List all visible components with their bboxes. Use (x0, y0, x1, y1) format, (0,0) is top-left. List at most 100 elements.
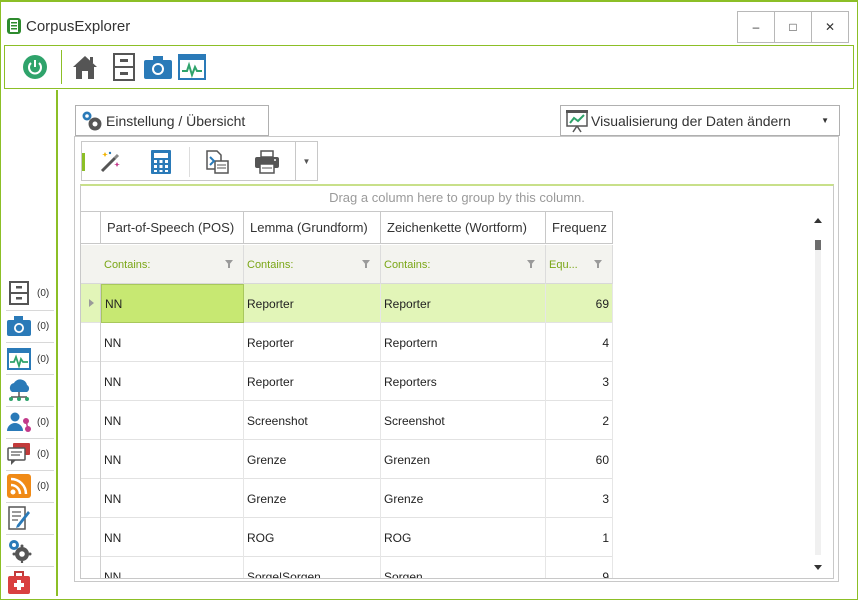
power-icon (23, 55, 47, 79)
cell-pos[interactable]: NN (101, 284, 244, 323)
rss-icon (6, 473, 32, 499)
cell-pos[interactable]: NN (101, 557, 244, 578)
table-row[interactable]: NN ROG ROG 1 (81, 518, 613, 557)
column-header-frequenz[interactable]: Frequenz (546, 211, 613, 244)
magic-wand-icon (100, 151, 120, 173)
table-row[interactable]: NN Reporter Reporters 3 (81, 362, 613, 401)
cell-pos[interactable]: NN (101, 518, 244, 557)
sidebar-item-users[interactable]: (0) (6, 407, 54, 437)
cell-lemma[interactable]: ROG (244, 518, 381, 557)
sidebar-item-help[interactable] (6, 568, 54, 598)
filter-icon[interactable] (527, 260, 535, 268)
sidebar-item-cloud[interactable] (6, 375, 54, 405)
filter-icon[interactable] (594, 260, 602, 268)
sidebar-item-edit[interactable] (6, 503, 54, 533)
scroll-track[interactable] (815, 240, 821, 555)
sidebar-item-count: (0) (37, 448, 50, 460)
table-row[interactable]: NN Reporter Reporter 69 (81, 284, 613, 323)
sidebar-item-rss[interactable]: (0) (6, 471, 54, 501)
toolbar-overflow-button[interactable]: ▼ (295, 142, 317, 180)
filter-icon[interactable] (225, 260, 233, 268)
column-header-pos[interactable]: Part-of-Speech (POS) (101, 211, 244, 244)
home-button[interactable] (69, 51, 101, 83)
ribbon-divider (61, 50, 62, 84)
sidebar-item-settings[interactable] (6, 535, 54, 565)
corpus-cabinet-button[interactable] (108, 51, 140, 83)
settings-overview-button[interactable]: Einstellung / Übersicht (75, 105, 269, 136)
magic-wand-button[interactable] (96, 147, 126, 177)
cell-pos[interactable]: NN (101, 479, 244, 518)
cell-lemma[interactable]: Sorge|Sorgen (244, 557, 381, 578)
table-row[interactable]: NN Reporter Reportern 4 (81, 323, 613, 362)
sidebar-item-chat[interactable]: (0) (6, 439, 54, 469)
sidebar-item-analysis[interactable]: (0) (6, 344, 54, 374)
group-by-panel[interactable]: Drag a column here to group by this colu… (81, 186, 833, 210)
table-row[interactable]: NN Grenze Grenze 3 (81, 479, 613, 518)
cell-frequenz[interactable]: 3 (546, 479, 613, 518)
minimize-button[interactable]: – (737, 11, 775, 43)
filter-cell-lemma[interactable]: Contains: (244, 245, 381, 284)
column-header-lemma[interactable]: Lemma (Grundform) (244, 211, 381, 244)
maximize-button[interactable]: □ (774, 11, 812, 43)
scroll-thumb[interactable] (815, 240, 821, 250)
column-header-wortform[interactable]: Zeichenkette (Wortform) (381, 211, 546, 244)
table-row[interactable]: NN Screenshot Screenshot 2 (81, 401, 613, 440)
filter-cell-pos[interactable]: Contains: (101, 245, 244, 284)
filter-icon[interactable] (362, 260, 370, 268)
table-row[interactable]: NN Sorge|Sorgen Sorgen 9 (81, 557, 613, 578)
camera-icon (144, 56, 172, 79)
calculator-button[interactable] (146, 147, 176, 177)
cell-frequenz[interactable]: 9 (546, 557, 613, 578)
cell-frequenz[interactable]: 3 (546, 362, 613, 401)
table-row[interactable]: NN Grenze Grenzen 60 (81, 440, 613, 479)
cell-wortform[interactable]: Screenshot (381, 401, 546, 440)
print-button[interactable] (252, 147, 282, 177)
close-button[interactable]: ✕ (811, 11, 849, 43)
cell-pos[interactable]: NN (101, 362, 244, 401)
close-icon: ✕ (824, 20, 836, 34)
cabinet-icon (6, 280, 32, 306)
scroll-up-icon[interactable] (814, 218, 822, 223)
change-visualization-dropdown[interactable]: Visualisierung der Daten ändern ▼ (560, 105, 840, 136)
cell-frequenz[interactable]: 69 (546, 284, 613, 323)
cell-pos[interactable]: NN (101, 440, 244, 479)
cell-frequenz[interactable]: 2 (546, 401, 613, 440)
cell-wortform[interactable]: Reporters (381, 362, 546, 401)
power-button[interactable] (19, 51, 51, 83)
maximize-icon: □ (789, 20, 797, 34)
camera-icon (6, 313, 32, 339)
sidebar-item-cabinet[interactable]: (0) (6, 278, 54, 308)
filter-cell-wortform[interactable]: Contains: (381, 245, 546, 284)
vertical-scrollbar[interactable] (812, 218, 824, 570)
cell-lemma[interactable]: Screenshot (244, 401, 381, 440)
cell-lemma[interactable]: Reporter (244, 284, 381, 323)
cell-lemma[interactable]: Grenze (244, 440, 381, 479)
analysis-button[interactable] (176, 51, 208, 83)
filter-operator: Contains: (247, 258, 294, 271)
cell-wortform[interactable]: ROG (381, 518, 546, 557)
sidebar-item-snapshots[interactable]: (0) (6, 311, 54, 341)
cell-wortform[interactable]: Reportern (381, 323, 546, 362)
cloud-network-icon (6, 377, 32, 403)
cell-pos[interactable]: NN (101, 401, 244, 440)
print-icon (255, 150, 279, 174)
cell-lemma[interactable]: Reporter (244, 323, 381, 362)
change-visualization-label: Visualisierung der Daten ändern (591, 112, 791, 129)
window-title: CorpusExplorer (26, 18, 131, 35)
filter-cell-frequenz[interactable]: Equ... (546, 245, 613, 284)
cell-frequenz[interactable]: 1 (546, 518, 613, 557)
cell-frequenz[interactable]: 60 (546, 440, 613, 479)
cell-frequenz[interactable]: 4 (546, 323, 613, 362)
cell-wortform[interactable]: Reporter (381, 284, 546, 323)
row-indicator (81, 284, 101, 323)
cell-lemma[interactable]: Reporter (244, 362, 381, 401)
cell-wortform[interactable]: Grenze (381, 479, 546, 518)
snapshot-button[interactable] (142, 51, 174, 83)
export-button[interactable] (202, 147, 232, 177)
cell-lemma[interactable]: Grenze (244, 479, 381, 518)
toolbar-grip[interactable] (82, 153, 85, 171)
scroll-down-icon[interactable] (814, 565, 822, 570)
cell-wortform[interactable]: Grenzen (381, 440, 546, 479)
cell-pos[interactable]: NN (101, 323, 244, 362)
cell-wortform[interactable]: Sorgen (381, 557, 546, 578)
